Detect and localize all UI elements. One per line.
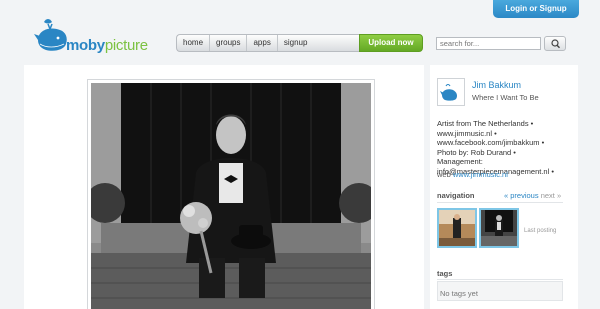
login-signup-button[interactable]: Login or Signup (493, 0, 579, 18)
divider (437, 279, 563, 280)
thumbnail-image (439, 210, 475, 246)
divider (437, 202, 563, 203)
avatar[interactable] (437, 78, 465, 106)
previous-link[interactable]: « previous (504, 191, 539, 200)
bio-line: www.jimmusic.nl • (437, 128, 497, 138)
next-link[interactable]: next » (541, 191, 561, 200)
logo-text-moby: moby (66, 37, 105, 54)
bio-line: Artist from The Netherlands • (437, 119, 534, 128)
photo-description: Artist from The Netherlands • www.jimmus… (437, 119, 577, 177)
web-label: web (437, 170, 451, 179)
nav-home[interactable]: home (177, 35, 211, 51)
web-line: web www.jimmusic.nl (437, 170, 508, 179)
logo-text-picture: picture (104, 37, 148, 54)
upload-now-button[interactable]: Upload now (359, 34, 423, 52)
bio-line: Management: (437, 157, 483, 167)
photo-frame (87, 79, 375, 309)
photo-image (91, 83, 371, 309)
nav-apps[interactable]: apps (247, 35, 278, 51)
search-input[interactable] (436, 37, 541, 50)
last-posting-label: Last posting (524, 228, 557, 234)
nav-signup[interactable]: signup (278, 35, 314, 51)
photo-title: Where I Want To Be (472, 93, 539, 102)
thumbnail-current[interactable] (479, 208, 519, 248)
search-icon (551, 39, 560, 49)
main-photo[interactable] (91, 83, 371, 309)
thumbnail-previous[interactable] (437, 208, 477, 248)
logo-wordmark[interactable]: mobypicture (66, 37, 148, 54)
thumbnail-image (481, 210, 517, 246)
navigation-links: « previous next » (504, 191, 561, 200)
user-name-link[interactable]: Jim Bakkum (472, 80, 521, 90)
navigation-heading: navigation (437, 191, 475, 200)
nav-groups[interactable]: groups (210, 35, 248, 51)
web-link[interactable]: www.jimmusic.nl (453, 170, 508, 179)
main-nav: home groups apps signup (176, 34, 360, 52)
no-tags-text: No tags yet (440, 289, 478, 298)
bio-line: www.facebook.com/jimbakkum • (437, 138, 545, 148)
search-button[interactable] (544, 36, 566, 51)
whale-avatar-icon (440, 84, 457, 101)
tags-heading: tags (437, 269, 453, 278)
bio-line: Photo by: Rob Durand • (437, 147, 516, 157)
